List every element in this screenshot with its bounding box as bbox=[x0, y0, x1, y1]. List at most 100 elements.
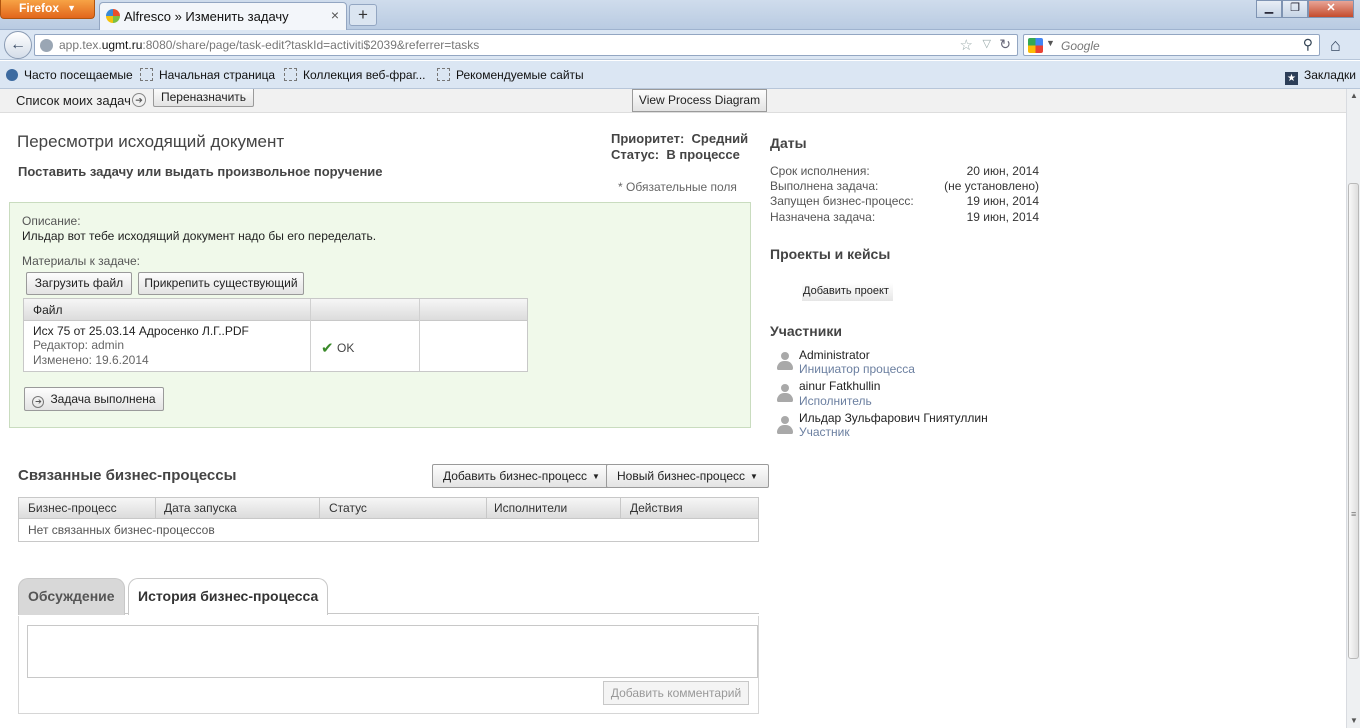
search-bar[interactable]: ▼ Google ⚲ bbox=[1023, 34, 1320, 56]
new-workflow-dropdown[interactable]: Новый бизнес-процесс ▼ bbox=[606, 464, 769, 488]
close-window-button[interactable]: ✕ bbox=[1308, 0, 1354, 18]
scrollbar-thumb[interactable]: ≡ bbox=[1348, 183, 1359, 659]
add-comment-button[interactable]: Добавить комментарий bbox=[603, 681, 749, 705]
bookmark-suggested-sites[interactable]: Рекомендуемые сайты bbox=[437, 68, 584, 82]
minimize-button[interactable]: ▁ bbox=[1256, 0, 1282, 18]
browser-tab[interactable]: Alfresco » Изменить задачу × bbox=[99, 2, 347, 30]
user-icon bbox=[776, 383, 793, 403]
column-header-status[interactable]: Статус bbox=[329, 501, 367, 515]
reassign-button[interactable]: Переназначить bbox=[153, 89, 254, 107]
comments-panel: Добавить комментарий bbox=[18, 616, 759, 714]
add-project-button[interactable]: Добавить проект bbox=[802, 283, 893, 301]
bookmarks-menu-label: Закладки bbox=[1304, 68, 1356, 82]
column-header-assignees[interactable]: Исполнители bbox=[494, 501, 567, 515]
my-tasks-link[interactable]: Список моих задач bbox=[16, 93, 131, 108]
status-label: Статус: bbox=[611, 147, 660, 162]
participant-name[interactable]: ainur Fatkhullin bbox=[799, 379, 880, 393]
attach-existing-button[interactable]: Прикрепить существующий bbox=[138, 272, 304, 295]
vertical-scrollbar[interactable]: ▲ ≡ ▼ bbox=[1346, 89, 1360, 728]
projects-heading: Проекты и кейсы bbox=[770, 246, 891, 262]
column-divider bbox=[419, 299, 420, 371]
participants-heading: Участники bbox=[770, 323, 842, 339]
back-button[interactable]: ← bbox=[4, 31, 32, 59]
scroll-up-icon[interactable]: ▲ bbox=[1350, 91, 1358, 100]
firefox-menu-label: Firefox bbox=[19, 1, 60, 15]
attachments-label: Материалы к задаче: bbox=[22, 254, 141, 268]
home-icon[interactable]: ⌂ bbox=[1330, 35, 1341, 56]
task-form: Описание: Ильдар вот тебе исходящий доку… bbox=[9, 202, 751, 428]
check-icon: ✔ bbox=[321, 340, 334, 357]
page-icon bbox=[140, 68, 153, 81]
status-value: В процессе bbox=[666, 147, 740, 162]
participant-name[interactable]: Ильдар Зульфарович Гниятуллин bbox=[799, 411, 988, 425]
bookmark-most-visited[interactable]: Часто посещаемые bbox=[6, 68, 133, 82]
workflow-started-value: 19 июн, 2014 bbox=[966, 194, 1039, 208]
google-icon[interactable] bbox=[1028, 38, 1043, 53]
chevron-down-icon: ▼ bbox=[750, 472, 758, 481]
upload-file-button[interactable]: Загрузить файл bbox=[26, 272, 132, 295]
participant-role: Участник bbox=[799, 425, 850, 439]
workflow-started-label: Запущен бизнес-процесс: bbox=[770, 194, 914, 208]
priority: Приоритет: Средний bbox=[611, 131, 748, 146]
search-placeholder: Google bbox=[1061, 39, 1100, 53]
new-workflow-label: Новый бизнес-процесс bbox=[617, 469, 746, 483]
column-header-workflow[interactable]: Бизнес-процесс bbox=[28, 501, 117, 515]
file-name-link[interactable]: Исх 75 от 25.03.14 Адросенко Л.Г..PDF bbox=[33, 324, 249, 338]
priority-value: Средний bbox=[691, 131, 749, 146]
alfresco-favicon-icon bbox=[106, 9, 120, 23]
bookmark-web-slices[interactable]: Коллекция веб-фраг... bbox=[284, 68, 426, 82]
address-bar[interactable]: app.tex.ugmt.ru:8080/share/page/task-edi… bbox=[34, 34, 1018, 56]
table-header bbox=[24, 299, 527, 321]
url-host-main: ugmt.ru bbox=[101, 38, 143, 52]
related-workflows-heading: Связанные бизнес-процессы bbox=[18, 467, 237, 484]
history-dropdown-icon[interactable]: ▽ bbox=[983, 37, 991, 50]
participant-name[interactable]: Administrator bbox=[799, 348, 870, 362]
column-header-actions[interactable]: Действия bbox=[630, 501, 683, 515]
task-done-button[interactable]: ➔ Задача выполнена bbox=[24, 387, 164, 411]
bookmark-start-page[interactable]: Начальная страница bbox=[140, 68, 275, 82]
bookmarks-menu[interactable]: ★ Закладки bbox=[1285, 68, 1356, 85]
column-header-start-date[interactable]: Дата запуска bbox=[164, 501, 237, 515]
file-editor: Редактор: admin bbox=[33, 338, 125, 352]
task-done-label: Задача выполнена bbox=[50, 392, 156, 406]
chevron-down-icon[interactable]: ▼ bbox=[1046, 38, 1055, 48]
column-divider bbox=[310, 299, 311, 371]
description-label: Описание: bbox=[22, 214, 81, 228]
comment-textarea[interactable] bbox=[27, 625, 758, 678]
required-fields-note: * Обязательные поля bbox=[618, 180, 737, 194]
bookmark-star-icon[interactable]: ☆ bbox=[960, 36, 973, 54]
bookmark-label: Часто посещаемые bbox=[24, 68, 133, 82]
url-host-prefix: app.tex. bbox=[59, 38, 102, 52]
page-icon bbox=[437, 68, 450, 81]
completed-label: Выполнена задача: bbox=[770, 179, 879, 193]
url-path: :8080/share/page/task-edit?taskId=activi… bbox=[142, 38, 480, 52]
arrow-right-icon: ➔ bbox=[32, 396, 45, 408]
due-date-value: 20 июн, 2014 bbox=[966, 164, 1039, 178]
comments-tabs: Обсуждение История бизнес-процесса bbox=[18, 578, 759, 615]
column-divider bbox=[319, 498, 320, 519]
tab-workflow-history[interactable]: История бизнес-процесса bbox=[128, 578, 329, 615]
tab-discussion[interactable]: Обсуждение bbox=[18, 578, 125, 615]
chevron-down-icon: ▼ bbox=[67, 3, 76, 13]
search-icon[interactable]: ⚲ bbox=[1303, 36, 1313, 53]
file-column-header: Файл bbox=[33, 303, 63, 317]
user-icon bbox=[776, 415, 793, 435]
workflows-table: Бизнес-процесс Дата запуска Статус Испол… bbox=[18, 497, 759, 542]
new-tab-button[interactable]: + bbox=[349, 4, 377, 26]
assigned-label: Назначена задача: bbox=[770, 210, 876, 224]
arrow-right-icon[interactable]: ➔ bbox=[132, 93, 146, 107]
url-text: app.tex.ugmt.ru:8080/share/page/task-edi… bbox=[59, 38, 479, 52]
scroll-down-icon[interactable]: ▼ bbox=[1350, 716, 1358, 725]
participant-role: Исполнитель bbox=[799, 394, 872, 408]
priority-label: Приоритет: bbox=[611, 131, 685, 146]
description-value: Ильдар вот тебе исходящий документ надо … bbox=[22, 229, 377, 243]
column-divider bbox=[486, 498, 487, 519]
view-process-diagram-button[interactable]: View Process Diagram bbox=[632, 89, 767, 112]
reload-icon[interactable]: ↻ bbox=[999, 36, 1011, 53]
close-tab-icon[interactable]: × bbox=[331, 7, 339, 23]
most-visited-icon bbox=[6, 69, 18, 81]
add-workflow-dropdown[interactable]: Добавить бизнес-процесс ▼ bbox=[432, 464, 611, 488]
firefox-menu-button[interactable]: Firefox ▼ bbox=[0, 0, 95, 19]
maximize-button[interactable]: ❐ bbox=[1282, 0, 1308, 18]
status: Статус: В процессе bbox=[611, 147, 740, 162]
